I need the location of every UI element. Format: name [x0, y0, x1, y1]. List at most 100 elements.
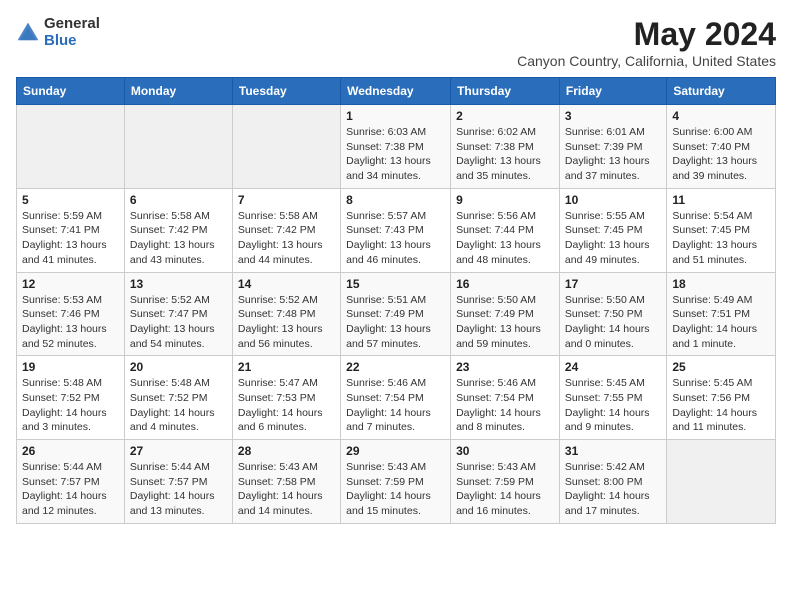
cell-info: Sunrise: 5:48 AMSunset: 7:52 PMDaylight:…	[22, 376, 119, 435]
cell-date: 14	[238, 277, 335, 291]
cell-date: 6	[130, 193, 227, 207]
cell-info: Sunrise: 5:58 AMSunset: 7:42 PMDaylight:…	[238, 209, 335, 268]
calendar-cell: 13 Sunrise: 5:52 AMSunset: 7:47 PMDaylig…	[124, 272, 232, 356]
calendar-cell: 2 Sunrise: 6:02 AMSunset: 7:38 PMDayligh…	[451, 105, 560, 189]
cell-info: Sunrise: 5:58 AMSunset: 7:42 PMDaylight:…	[130, 209, 227, 268]
cell-info: Sunrise: 5:51 AMSunset: 7:49 PMDaylight:…	[346, 293, 445, 352]
calendar-header-thursday: Thursday	[451, 78, 560, 105]
cell-info: Sunrise: 5:52 AMSunset: 7:48 PMDaylight:…	[238, 293, 335, 352]
cell-date: 17	[565, 277, 661, 291]
calendar-cell: 23 Sunrise: 5:46 AMSunset: 7:54 PMDaylig…	[451, 356, 560, 440]
cell-date: 8	[346, 193, 445, 207]
calendar-header-wednesday: Wednesday	[341, 78, 451, 105]
cell-info: Sunrise: 5:44 AMSunset: 7:57 PMDaylight:…	[130, 460, 227, 519]
calendar-week-2: 5 Sunrise: 5:59 AMSunset: 7:41 PMDayligh…	[17, 188, 776, 272]
cell-info: Sunrise: 5:49 AMSunset: 7:51 PMDaylight:…	[672, 293, 770, 352]
cell-info: Sunrise: 5:53 AMSunset: 7:46 PMDaylight:…	[22, 293, 119, 352]
calendar-week-5: 26 Sunrise: 5:44 AMSunset: 7:57 PMDaylig…	[17, 440, 776, 524]
calendar-title: May 2024	[517, 16, 776, 53]
cell-date: 26	[22, 444, 119, 458]
title-block: May 2024 Canyon Country, California, Uni…	[517, 16, 776, 69]
cell-date: 24	[565, 360, 661, 374]
cell-date: 13	[130, 277, 227, 291]
cell-date: 28	[238, 444, 335, 458]
cell-date: 10	[565, 193, 661, 207]
cell-info: Sunrise: 5:43 AMSunset: 7:59 PMDaylight:…	[346, 460, 445, 519]
cell-info: Sunrise: 5:47 AMSunset: 7:53 PMDaylight:…	[238, 376, 335, 435]
calendar-cell: 31 Sunrise: 5:42 AMSunset: 8:00 PMDaylig…	[559, 440, 666, 524]
calendar-body: 1 Sunrise: 6:03 AMSunset: 7:38 PMDayligh…	[17, 105, 776, 524]
cell-info: Sunrise: 5:48 AMSunset: 7:52 PMDaylight:…	[130, 376, 227, 435]
calendar-week-1: 1 Sunrise: 6:03 AMSunset: 7:38 PMDayligh…	[17, 105, 776, 189]
calendar-cell: 3 Sunrise: 6:01 AMSunset: 7:39 PMDayligh…	[559, 105, 666, 189]
calendar-cell: 21 Sunrise: 5:47 AMSunset: 7:53 PMDaylig…	[232, 356, 340, 440]
calendar-cell: 11 Sunrise: 5:54 AMSunset: 7:45 PMDaylig…	[667, 188, 776, 272]
calendar-cell: 8 Sunrise: 5:57 AMSunset: 7:43 PMDayligh…	[341, 188, 451, 272]
logo-blue-label: Blue	[44, 33, 100, 50]
calendar-cell: 27 Sunrise: 5:44 AMSunset: 7:57 PMDaylig…	[124, 440, 232, 524]
cell-info: Sunrise: 6:00 AMSunset: 7:40 PMDaylight:…	[672, 125, 770, 184]
cell-date: 1	[346, 109, 445, 123]
cell-info: Sunrise: 5:42 AMSunset: 8:00 PMDaylight:…	[565, 460, 661, 519]
calendar-header-row: SundayMondayTuesdayWednesdayThursdayFrid…	[17, 78, 776, 105]
calendar-week-3: 12 Sunrise: 5:53 AMSunset: 7:46 PMDaylig…	[17, 272, 776, 356]
logo-text: General Blue	[44, 16, 100, 49]
cell-info: Sunrise: 5:46 AMSunset: 7:54 PMDaylight:…	[346, 376, 445, 435]
cell-date: 12	[22, 277, 119, 291]
cell-info: Sunrise: 5:43 AMSunset: 7:59 PMDaylight:…	[456, 460, 554, 519]
page-header: General Blue May 2024 Canyon Country, Ca…	[16, 16, 776, 69]
calendar-cell: 12 Sunrise: 5:53 AMSunset: 7:46 PMDaylig…	[17, 272, 125, 356]
calendar-cell: 17 Sunrise: 5:50 AMSunset: 7:50 PMDaylig…	[559, 272, 666, 356]
calendar-cell: 29 Sunrise: 5:43 AMSunset: 7:59 PMDaylig…	[341, 440, 451, 524]
calendar-cell	[124, 105, 232, 189]
cell-date: 9	[456, 193, 554, 207]
calendar-cell: 6 Sunrise: 5:58 AMSunset: 7:42 PMDayligh…	[124, 188, 232, 272]
cell-date: 20	[130, 360, 227, 374]
cell-date: 30	[456, 444, 554, 458]
cell-date: 31	[565, 444, 661, 458]
calendar-cell: 7 Sunrise: 5:58 AMSunset: 7:42 PMDayligh…	[232, 188, 340, 272]
calendar-header-tuesday: Tuesday	[232, 78, 340, 105]
calendar-cell: 18 Sunrise: 5:49 AMSunset: 7:51 PMDaylig…	[667, 272, 776, 356]
calendar-cell	[232, 105, 340, 189]
cell-date: 27	[130, 444, 227, 458]
cell-info: Sunrise: 5:44 AMSunset: 7:57 PMDaylight:…	[22, 460, 119, 519]
cell-date: 23	[456, 360, 554, 374]
cell-date: 11	[672, 193, 770, 207]
calendar-table: SundayMondayTuesdayWednesdayThursdayFrid…	[16, 77, 776, 524]
calendar-cell: 16 Sunrise: 5:50 AMSunset: 7:49 PMDaylig…	[451, 272, 560, 356]
calendar-cell	[667, 440, 776, 524]
logo: General Blue	[16, 16, 100, 49]
cell-info: Sunrise: 5:45 AMSunset: 7:55 PMDaylight:…	[565, 376, 661, 435]
logo-icon	[16, 21, 40, 45]
cell-date: 29	[346, 444, 445, 458]
calendar-header-friday: Friday	[559, 78, 666, 105]
calendar-cell: 19 Sunrise: 5:48 AMSunset: 7:52 PMDaylig…	[17, 356, 125, 440]
cell-info: Sunrise: 5:50 AMSunset: 7:49 PMDaylight:…	[456, 293, 554, 352]
calendar-header-sunday: Sunday	[17, 78, 125, 105]
calendar-cell: 28 Sunrise: 5:43 AMSunset: 7:58 PMDaylig…	[232, 440, 340, 524]
cell-info: Sunrise: 5:43 AMSunset: 7:58 PMDaylight:…	[238, 460, 335, 519]
calendar-cell: 1 Sunrise: 6:03 AMSunset: 7:38 PMDayligh…	[341, 105, 451, 189]
calendar-cell: 10 Sunrise: 5:55 AMSunset: 7:45 PMDaylig…	[559, 188, 666, 272]
calendar-cell: 24 Sunrise: 5:45 AMSunset: 7:55 PMDaylig…	[559, 356, 666, 440]
calendar-cell: 30 Sunrise: 5:43 AMSunset: 7:59 PMDaylig…	[451, 440, 560, 524]
cell-info: Sunrise: 5:52 AMSunset: 7:47 PMDaylight:…	[130, 293, 227, 352]
cell-date: 15	[346, 277, 445, 291]
cell-date: 25	[672, 360, 770, 374]
cell-info: Sunrise: 5:54 AMSunset: 7:45 PMDaylight:…	[672, 209, 770, 268]
cell-info: Sunrise: 5:46 AMSunset: 7:54 PMDaylight:…	[456, 376, 554, 435]
cell-info: Sunrise: 5:56 AMSunset: 7:44 PMDaylight:…	[456, 209, 554, 268]
cell-info: Sunrise: 6:03 AMSunset: 7:38 PMDaylight:…	[346, 125, 445, 184]
calendar-cell: 26 Sunrise: 5:44 AMSunset: 7:57 PMDaylig…	[17, 440, 125, 524]
calendar-location: Canyon Country, California, United State…	[517, 53, 776, 69]
calendar-cell: 22 Sunrise: 5:46 AMSunset: 7:54 PMDaylig…	[341, 356, 451, 440]
cell-info: Sunrise: 6:01 AMSunset: 7:39 PMDaylight:…	[565, 125, 661, 184]
cell-date: 21	[238, 360, 335, 374]
calendar-header-saturday: Saturday	[667, 78, 776, 105]
calendar-cell: 25 Sunrise: 5:45 AMSunset: 7:56 PMDaylig…	[667, 356, 776, 440]
calendar-cell: 5 Sunrise: 5:59 AMSunset: 7:41 PMDayligh…	[17, 188, 125, 272]
cell-date: 3	[565, 109, 661, 123]
cell-date: 16	[456, 277, 554, 291]
calendar-cell	[17, 105, 125, 189]
